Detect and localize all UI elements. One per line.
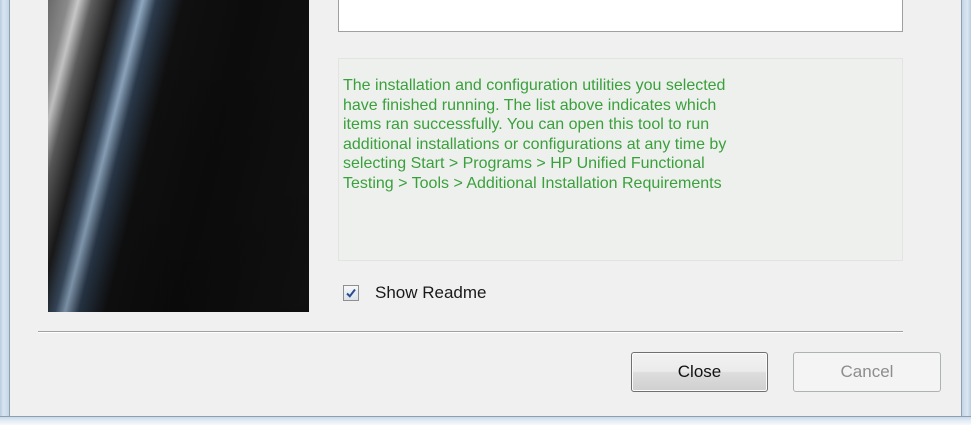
show-readme-label: Show Readme	[375, 283, 487, 302]
window-frame-right	[961, 0, 971, 425]
separator-line	[38, 331, 903, 333]
close-button[interactable]: Close	[631, 352, 768, 392]
show-readme-checkbox[interactable]	[343, 285, 359, 301]
completion-message-text: The installation and configuration utili…	[343, 77, 727, 192]
window-frame-bottom	[0, 416, 971, 425]
window-frame-left	[0, 0, 10, 425]
banner-image	[48, 0, 309, 312]
checkmark-icon	[346, 288, 356, 298]
show-readme-row[interactable]: Show Readme	[343, 282, 487, 304]
results-list[interactable]	[338, 0, 903, 32]
cancel-button[interactable]: Cancel	[793, 352, 941, 392]
